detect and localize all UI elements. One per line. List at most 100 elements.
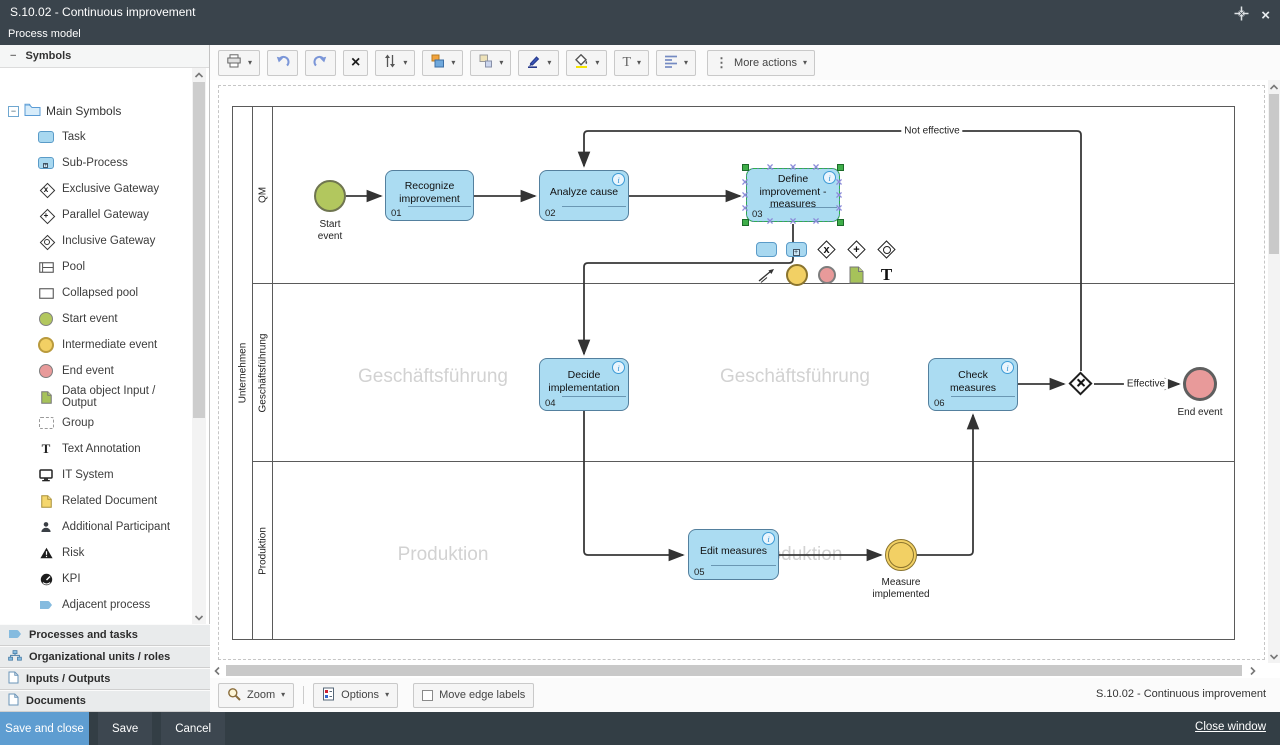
resize-handle[interactable] <box>837 219 844 226</box>
symbol-item-pool[interactable]: Pool <box>0 254 192 280</box>
connection-point-icon[interactable] <box>766 216 773 226</box>
info-icon[interactable]: i <box>1001 361 1014 374</box>
zoom-button[interactable]: Zoom ▾ <box>218 683 294 708</box>
resize-handle[interactable] <box>742 219 749 226</box>
options-button[interactable]: Options ▾ <box>313 683 398 708</box>
symbol-item-it-system[interactable]: IT System <box>0 462 192 488</box>
symbol-item-data-object[interactable]: Data object Input / Output <box>0 384 192 410</box>
palette-inclusive-gateway-icon[interactable] <box>875 238 898 261</box>
cancel-button[interactable]: Cancel <box>161 712 225 745</box>
symbol-item-adjacent-process[interactable]: Adjacent process <box>0 592 192 618</box>
connection-point-icon[interactable] <box>812 216 819 226</box>
connection-point-icon[interactable] <box>835 203 842 213</box>
print-button[interactable]: ▾ <box>218 50 260 76</box>
save-and-close-button[interactable]: Save and close <box>0 712 89 745</box>
scroll-up-icon[interactable] <box>1268 80 1280 93</box>
info-icon[interactable]: i <box>612 361 625 374</box>
close-window-icon[interactable]: × <box>1261 9 1270 23</box>
tree-root-main-symbols[interactable]: − Main Symbols <box>0 98 192 124</box>
symbol-item-additional-participant[interactable]: Additional Participant <box>0 514 192 540</box>
pool-label-column[interactable]: Unternehmen <box>233 107 253 639</box>
collapse-window-icon[interactable] <box>1234 6 1249 26</box>
collapse-panel-icon[interactable]: − <box>10 50 16 62</box>
undo-button[interactable] <box>267 50 298 76</box>
connection-point-icon[interactable] <box>741 203 748 213</box>
symbol-item-risk[interactable]: Risk <box>0 540 192 566</box>
section-documents[interactable]: Documents <box>0 690 210 712</box>
palette-intermediate-event-icon[interactable] <box>785 263 808 286</box>
diagram-canvas[interactable]: Unternehmen QM Geschäftsführung Produkti… <box>210 80 1268 663</box>
color-button[interactable]: ▾ <box>422 50 463 76</box>
connection-point-icon[interactable] <box>812 162 819 172</box>
delete-button[interactable]: × <box>343 50 368 76</box>
intermediate-event-node[interactable] <box>885 539 917 571</box>
symbol-item-group[interactable]: Group <box>0 410 192 436</box>
task-06-check-measures[interactable]: Check measures i 06 <box>928 358 1018 411</box>
align-button[interactable]: ▾ <box>656 50 696 76</box>
move-edge-labels-toggle[interactable]: Move edge labels <box>413 683 534 708</box>
checkbox-icon[interactable] <box>422 690 433 701</box>
vertical-scroll-thumb[interactable] <box>1269 94 1279 254</box>
symbol-item-sub-process[interactable]: + Sub-Process <box>0 150 192 176</box>
more-actions-button[interactable]: ⋮ More actions ▾ <box>707 50 815 76</box>
symbol-item-kpi[interactable]: KPI <box>0 566 192 592</box>
info-icon[interactable]: i <box>762 532 775 545</box>
symbol-item-start-event[interactable]: Start event <box>0 306 192 332</box>
task-03-define-improvement-measures-selected[interactable]: Define improvement - measures i 03 <box>746 168 840 222</box>
palette-end-event-icon[interactable] <box>815 263 838 286</box>
connection-point-icon[interactable] <box>741 190 748 200</box>
info-icon[interactable]: i <box>612 173 625 186</box>
start-event-node[interactable] <box>314 180 346 212</box>
edge-label-not-effective[interactable]: Not effective <box>901 126 962 137</box>
scroll-up-icon[interactable] <box>192 68 206 81</box>
resize-handle[interactable] <box>742 164 749 171</box>
sidebar-scrollbar[interactable] <box>192 68 206 624</box>
task-01-recognize-improvement[interactable]: Recognize improvement 01 <box>385 170 474 221</box>
distribute-button[interactable]: ▾ <box>375 50 415 76</box>
canvas-horizontal-scrollbar[interactable] <box>210 663 1268 678</box>
horizontal-scroll-thumb[interactable] <box>226 665 1242 676</box>
connection-point-icon[interactable] <box>766 162 773 172</box>
palette-task-icon[interactable] <box>755 238 778 261</box>
palette-parallel-gateway-icon[interactable]: + <box>845 238 868 261</box>
scroll-down-icon[interactable] <box>192 611 206 624</box>
connection-point-icon[interactable] <box>835 177 842 187</box>
close-window-link[interactable]: Close window <box>1195 721 1266 733</box>
scroll-down-icon[interactable] <box>1268 650 1280 663</box>
palette-sequence-flow-icon[interactable] <box>755 263 778 286</box>
connection-point-icon[interactable] <box>741 177 748 187</box>
text-button[interactable]: T ▾ <box>614 50 649 76</box>
symbol-item-end-event[interactable]: End event <box>0 358 192 384</box>
section-inputs-outputs[interactable]: Inputs / Outputs <box>0 668 210 690</box>
palette-exclusive-gateway-icon[interactable]: x <box>815 238 838 261</box>
symbol-item-task[interactable]: Task <box>0 124 192 150</box>
canvas-vertical-scrollbar[interactable] <box>1268 80 1280 663</box>
redo-button[interactable] <box>305 50 336 76</box>
section-organizational-units[interactable]: Organizational units / roles <box>0 646 210 668</box>
palette-sub-process-icon[interactable]: + <box>785 238 808 261</box>
symbol-item-exclusive-gateway[interactable]: x Exclusive Gateway <box>0 176 192 202</box>
palette-text-annotation-icon[interactable]: T <box>875 263 898 286</box>
group-shapes-button[interactable]: ▾ <box>470 50 511 76</box>
symbol-item-collapsed-pool[interactable]: Collapsed pool <box>0 280 192 306</box>
connection-point-icon[interactable] <box>789 162 796 172</box>
scroll-left-icon[interactable] <box>210 663 224 678</box>
symbol-item-inclusive-gateway[interactable]: Inclusive Gateway <box>0 228 192 254</box>
sidebar-scroll-thumb[interactable] <box>193 82 205 418</box>
save-button[interactable]: Save <box>98 712 152 745</box>
end-event-node[interactable] <box>1183 367 1217 401</box>
task-05-edit-measures[interactable]: Edit measures i 05 <box>688 529 779 580</box>
resize-handle[interactable] <box>837 164 844 171</box>
symbol-item-related-document[interactable]: Related Document <box>0 488 192 514</box>
task-04-decide-implementation[interactable]: Decide implementation i 04 <box>539 358 629 411</box>
edge-label-effective[interactable]: Effective <box>1124 379 1168 390</box>
symbol-item-intermediate-event[interactable]: Intermediate event <box>0 332 192 358</box>
palette-data-object-icon[interactable] <box>845 263 868 286</box>
connection-point-icon[interactable] <box>789 216 796 226</box>
symbol-item-parallel-gateway[interactable]: + Parallel Gateway <box>0 202 192 228</box>
line-style-button[interactable]: ▾ <box>518 50 559 76</box>
symbols-panel-header[interactable]: − Symbols <box>0 45 209 68</box>
fill-color-button[interactable]: ▾ <box>566 50 607 76</box>
section-processes-and-tasks[interactable]: Processes and tasks <box>0 624 210 646</box>
scroll-right-icon[interactable] <box>1246 663 1260 678</box>
